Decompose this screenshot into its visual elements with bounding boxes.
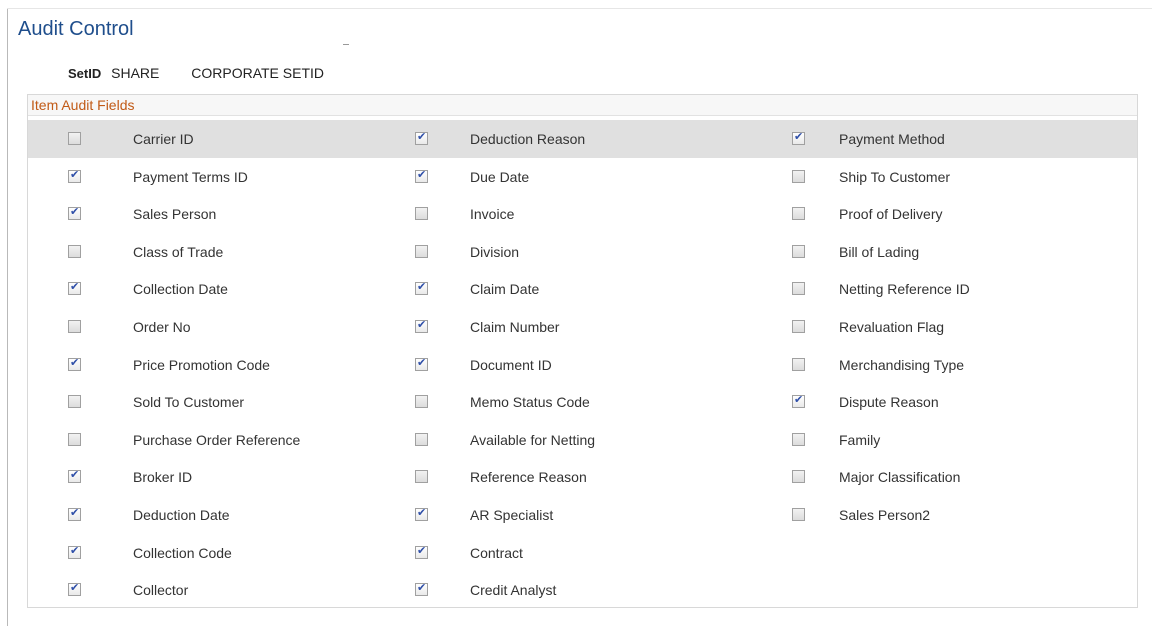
audit-field-checkbox[interactable] [792, 508, 805, 521]
audit-field-checkbox[interactable] [792, 130, 805, 145]
audit-field-checkbox[interactable] [68, 432, 81, 446]
audit-field-checkbox[interactable] [792, 320, 805, 333]
audit-field-label: AR Specialist [470, 507, 554, 523]
audit-field-checkbox[interactable] [415, 356, 428, 371]
audit-field-label: Purchase Order Reference [133, 431, 301, 448]
audit-field-label: Contract [470, 544, 523, 561]
audit-field-checkbox[interactable] [792, 207, 805, 221]
audit-field-label: Reference Reason [470, 469, 587, 486]
audit-field-checkbox[interactable] [415, 470, 428, 484]
audit-field-label: Sold To Customer [133, 394, 245, 411]
audit-field-label: Document ID [470, 356, 552, 373]
audit-field-checkbox[interactable] [415, 318, 428, 333]
audit-field-checkbox[interactable] [68, 581, 81, 597]
group-title: Item Audit Fields [31, 97, 135, 113]
audit-field-label: Bill of Lading [839, 243, 920, 260]
audit-field-checkbox[interactable] [68, 244, 81, 258]
audit-field-checkbox[interactable] [415, 207, 428, 221]
audit-field-label: Broker ID [133, 469, 193, 486]
table-row: Collection Code Contract [28, 534, 1137, 572]
page-title: Audit Control [18, 18, 134, 40]
audit-field-checkbox[interactable] [68, 205, 81, 221]
audit-field-label: Claim Date [470, 281, 540, 298]
audit-field-checkbox[interactable] [68, 320, 81, 333]
table-row: Deduction Date AR Specialist Sales Person2 [28, 496, 1137, 534]
setid-label: SetID [68, 66, 102, 81]
audit-field-checkbox[interactable] [415, 581, 428, 597]
audit-field-label: Proof of Delivery [839, 206, 943, 223]
table-row: Sales Person Invoice Proof of Delivery [28, 195, 1137, 233]
audit-field-checkbox[interactable] [792, 244, 805, 258]
audit-field-label: Deduction Reason [470, 131, 586, 147]
setid-description: CORPORATE SETID [191, 65, 325, 81]
audit-field-checkbox[interactable] [792, 357, 805, 371]
item-audit-fields-group: Item Audit Fields Carrier ID Deduction Re… [27, 94, 1138, 608]
audit-field-checkbox[interactable] [68, 468, 81, 484]
audit-field-label: Sales Person [133, 206, 217, 223]
audit-field-label: Price Promotion Code [133, 356, 270, 373]
table-row: Order No Claim Number Revaluation Flag [28, 308, 1137, 346]
audit-field-checkbox[interactable] [415, 168, 428, 183]
table-row: Broker ID Reference Reason Major Classific… [28, 458, 1137, 496]
setid-row: SetID SHARE CORPORATE SETID [68, 65, 324, 81]
audit-field-label: Family [839, 431, 881, 448]
table-row: Payment Terms ID Due Date Ship To Customer [28, 158, 1137, 196]
audit-field-label: Collection Date [133, 281, 228, 298]
audit-field-label: Merchandising Type [839, 356, 965, 373]
audit-field-checkbox[interactable] [68, 544, 81, 559]
audit-field-checkbox[interactable] [68, 168, 81, 183]
audit-field-label: Invoice [470, 206, 515, 223]
audit-field-checkbox[interactable] [415, 280, 428, 296]
audit-field-label: Order No [133, 319, 191, 335]
audit-field-label: Collector [133, 582, 189, 599]
audit-field-checkbox[interactable] [415, 506, 428, 521]
audit-field-label: Dispute Reason [839, 394, 939, 411]
audit-field-checkbox[interactable] [68, 280, 81, 296]
audit-field-checkbox[interactable] [415, 130, 428, 145]
table-row: Price Promotion Code Document ID Merchandi… [28, 346, 1137, 384]
top-border [7, 8, 1152, 9]
audit-field-checkbox[interactable] [792, 432, 805, 446]
audit-field-checkbox[interactable] [415, 395, 428, 409]
audit-field-label: Payment Method [839, 131, 945, 147]
audit-field-checkbox[interactable] [68, 356, 81, 371]
audit-field-checkbox[interactable] [68, 132, 81, 145]
audit-field-checkbox[interactable] [792, 393, 805, 409]
audit-field-label: Available for Netting [470, 431, 596, 448]
audit-field-checkbox[interactable] [792, 470, 805, 484]
audit-field-label: Major Classification [839, 469, 961, 486]
audit-field-checkbox[interactable] [415, 244, 428, 258]
audit-field-label: Netting Reference ID [839, 281, 970, 298]
left-border [7, 8, 8, 626]
audit-field-label: Payment Terms ID [133, 168, 248, 185]
audit-field-checkbox[interactable] [792, 169, 805, 183]
audit-field-label: Deduction Date [133, 507, 230, 523]
audit-field-label: Ship To Customer [839, 168, 951, 185]
group-header: Item Audit Fields [28, 95, 1137, 116]
audit-field-label: Credit Analyst [470, 582, 557, 599]
audit-field-label: Carrier ID [133, 131, 194, 147]
table-row: Purchase Order Reference Available for Ne… [28, 421, 1137, 459]
audit-field-checkbox[interactable] [68, 395, 81, 409]
audit-field-checkbox[interactable] [792, 282, 805, 296]
audit-field-label: Sales Person2 [839, 507, 931, 523]
audit-field-label: Division [470, 243, 520, 260]
table-row: Collector Credit Analyst [28, 571, 1137, 609]
audit-field-label: Revaluation Flag [839, 319, 945, 335]
audit-field-checkbox[interactable] [68, 506, 81, 521]
setid-value: SHARE [111, 65, 160, 81]
audit-field-checkbox[interactable] [415, 544, 428, 559]
table-row: Class of Trade Division Bill of Lading [28, 233, 1137, 271]
audit-field-label: Due Date [470, 168, 530, 185]
audit-field-label: Claim Number [470, 319, 560, 335]
audit-field-label: Memo Status Code [470, 394, 590, 411]
table-row: Carrier ID Deduction Reason Payment Method [28, 120, 1137, 158]
audit-field-checkbox[interactable] [415, 432, 428, 446]
title-divider [343, 44, 349, 45]
audit-field-label: Collection Code [133, 544, 232, 561]
table-row: Collection Date Claim Date Netting Referen… [28, 270, 1137, 308]
audit-field-label: Class of Trade [133, 243, 224, 260]
table-row: Sold To Customer Memo Status Code Dispute … [28, 383, 1137, 421]
